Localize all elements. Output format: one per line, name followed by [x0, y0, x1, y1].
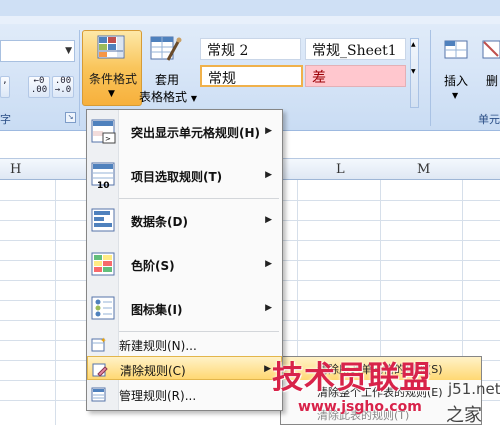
- conditional-formatting-button[interactable]: 条件格式 ▼: [82, 30, 142, 106]
- scroll-up-icon: ▲: [411, 41, 416, 48]
- insert-button[interactable]: 插入: [444, 72, 468, 89]
- column-header-l[interactable]: L: [336, 162, 345, 177]
- group-divider: [79, 30, 80, 126]
- scroll-down-icon: ▼: [411, 68, 416, 75]
- menu-item-manage-rules[interactable]: 管理规则(R)...: [87, 382, 282, 406]
- decrease-decimal-button[interactable]: .00 →.0: [52, 76, 74, 98]
- cells-group-label: 单元: [478, 113, 500, 126]
- menu-item-new-rule[interactable]: ✦ 新建规则(N)...: [87, 332, 282, 356]
- clear-rules-icon: [92, 363, 108, 377]
- top-bottom-rules-icon: 10: [91, 162, 115, 188]
- menu-item-highlight-cells-rules[interactable]: > 突出显示单元格规则(H) ▶: [87, 110, 282, 154]
- chevron-down-icon: ▼: [65, 46, 72, 56]
- menu-item-color-scales[interactable]: 色阶(S) ▶: [87, 243, 282, 287]
- cell-style-normal-sheet1[interactable]: 常规_Sheet1: [305, 38, 406, 60]
- submenu-arrow-icon: ▶: [265, 303, 272, 313]
- tab-strip: [0, 16, 500, 24]
- group-divider: [430, 30, 431, 126]
- manage-rules-icon: [91, 387, 106, 402]
- delete-button[interactable]: 删: [486, 72, 498, 89]
- watermark-brand: 技术员联盟: [272, 360, 432, 396]
- menu-item-data-bars[interactable]: 数据条(D) ▶: [87, 199, 282, 243]
- menu-item-label: 色阶(S): [131, 259, 175, 273]
- svg-text:10: 10: [97, 181, 110, 188]
- svg-text:>: >: [105, 135, 111, 143]
- menu-item-label: 数据条(D): [131, 215, 188, 229]
- conditional-format-icon: [97, 35, 125, 59]
- column-header-m[interactable]: M: [417, 162, 430, 177]
- menu-item-icon-sets[interactable]: 图标集(I) ▶: [87, 287, 282, 331]
- chevron-down-icon: ▼: [190, 94, 197, 103]
- table-format-label-2: 表格格式: [139, 90, 188, 104]
- conditional-format-menu: > 突出显示单元格规则(H) ▶ 10 项目选取规则(T) ▶ 数据条(D) ▶: [86, 109, 283, 411]
- submenu-arrow-icon: ▶: [265, 215, 272, 225]
- icon-sets-icon: [91, 296, 115, 320]
- svg-text:✦: ✦: [100, 336, 107, 345]
- menu-item-label: 清除规则(C): [120, 364, 186, 378]
- menu-item-label: 新建规则(N)...: [119, 339, 197, 353]
- submenu-arrow-icon: ▶: [264, 364, 271, 374]
- table-format-icon: [150, 36, 182, 61]
- new-rule-icon: ✦: [91, 336, 107, 352]
- color-scales-icon: [91, 252, 115, 276]
- menu-item-label: 突出显示单元格规则(H): [131, 126, 261, 140]
- menu-item-clear-rules[interactable]: 清除规则(C) ▶: [87, 356, 282, 380]
- number-group-label: 字: [0, 113, 11, 126]
- conditional-format-label: 条件格式: [88, 72, 137, 86]
- delete-cells-icon: [482, 40, 500, 59]
- increase-decimal-button[interactable]: ←0.00: [28, 76, 50, 98]
- cell-style-bad[interactable]: 差: [305, 65, 406, 87]
- cell-style-normal-2[interactable]: 常规 2: [200, 38, 301, 60]
- title-bar-strip: [0, 0, 500, 17]
- number-format-button[interactable]: ,: [0, 76, 10, 98]
- watermark-suffix: 之家: [446, 405, 482, 426]
- cell-style-normal[interactable]: 常规: [200, 65, 303, 87]
- font-size-combo[interactable]: ▼: [0, 40, 75, 62]
- chevron-down-icon: ▼: [452, 91, 459, 100]
- grid-line: [55, 180, 56, 425]
- watermark-site: j51.net: [448, 380, 500, 398]
- table-format-button[interactable]: 表格格式 ▼: [139, 88, 197, 105]
- dialog-launcher-icon[interactable]: ↘: [65, 112, 76, 123]
- styles-scrollbar[interactable]: ▲ ▼: [410, 38, 419, 108]
- data-bars-icon: [91, 208, 115, 232]
- table-format-label-1[interactable]: 套用: [155, 71, 179, 88]
- menu-item-label: 管理规则(R)...: [119, 389, 197, 403]
- submenu-arrow-icon: ▶: [265, 170, 272, 180]
- submenu-arrow-icon: ▶: [265, 126, 272, 136]
- menu-item-label: 项目选取规则(T): [131, 170, 223, 184]
- highlight-cells-icon: >: [91, 119, 116, 144]
- insert-cells-icon: [444, 40, 468, 59]
- submenu-arrow-icon: ▶: [265, 259, 272, 269]
- menu-item-top-bottom-rules[interactable]: 10 项目选取规则(T) ▶: [87, 154, 282, 198]
- chevron-down-icon: ▼: [108, 89, 115, 99]
- column-header-h[interactable]: H: [10, 162, 21, 177]
- watermark-url: www.jsgho.com: [298, 399, 422, 415]
- menu-item-label: 图标集(I): [131, 303, 183, 317]
